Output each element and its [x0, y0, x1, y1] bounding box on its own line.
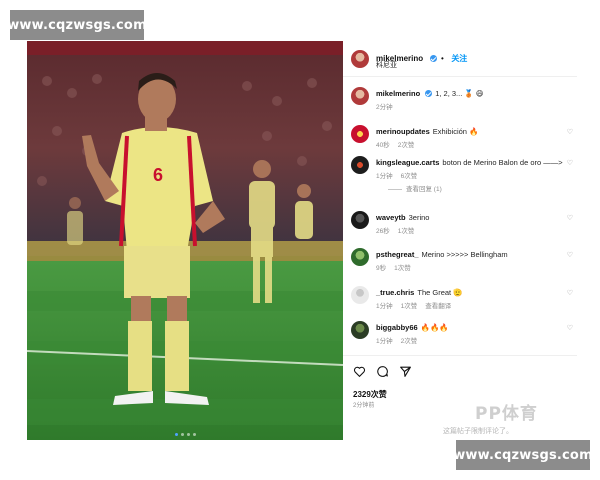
carousel-dots[interactable]: [27, 433, 343, 436]
comment-text: merinoupdates Exhibición 🔥: [376, 127, 478, 136]
comment-avatar[interactable]: [351, 156, 369, 174]
comment-like-heart-icon[interactable]: ♡: [567, 289, 573, 297]
comment-text: waveytb 3erino: [376, 213, 429, 222]
verified-badge-icon: [429, 55, 437, 62]
comment-meta: 40秒 2次赞: [376, 139, 422, 149]
comment-meta: 2分钟: [376, 101, 401, 111]
post-header: mikelmerino • 关注 科尼亚: [343, 41, 577, 77]
comment-username[interactable]: waveytb: [376, 213, 406, 222]
comment-body: 1, 2, 3... 🥉 😄: [435, 89, 484, 98]
comment-text: mikelmerino 1, 2, 3... 🥉 😄: [376, 89, 484, 98]
separator-dot: •: [441, 54, 444, 63]
comment-like-heart-icon[interactable]: ♡: [567, 214, 573, 222]
comment-time: 9秒: [376, 265, 387, 272]
comment-meta: 26秒 1次赞: [376, 225, 422, 235]
carousel-dot[interactable]: [192, 433, 196, 436]
post-panel: mikelmerino • 关注 科尼亚 mikelmerino 1, 2, 3.…: [343, 41, 577, 440]
carousel-dot[interactable]: [180, 433, 184, 436]
carousel-dot[interactable]: [174, 433, 178, 436]
replies-line: [388, 188, 402, 190]
post-footer: 2329次赞 2分钟前 PP体育 这篇帖子限制评论了。: [343, 355, 577, 440]
post-location[interactable]: 科尼亚: [376, 60, 397, 70]
comment-likes[interactable]: 1次赞: [398, 228, 415, 235]
comment-avatar[interactable]: [351, 87, 369, 105]
comment-avatar[interactable]: [351, 321, 369, 339]
comment-avatar[interactable]: [351, 286, 369, 304]
share-icon[interactable]: [399, 365, 412, 378]
comment-likes[interactable]: 1次赞: [394, 265, 411, 272]
comment-text: _true.chris The Great 🫡: [376, 288, 463, 297]
jersey-number: 6: [153, 165, 163, 185]
comment-body: Merino >>>>> Bellingham: [421, 250, 508, 259]
heart-icon[interactable]: [353, 365, 366, 378]
comment-translate[interactable]: 查看翻译: [425, 303, 451, 310]
comment-like-heart-icon[interactable]: ♡: [567, 251, 573, 259]
comment-body: 🔥🔥🔥: [420, 323, 449, 332]
comment-meta: 1分钟 6次赞: [376, 170, 425, 180]
football-player-photo: 6: [27, 41, 343, 440]
comment-likes[interactable]: 6次赞: [401, 173, 418, 180]
comment-time: 1分钟: [376, 338, 393, 345]
watermark-bottom: www.cqzwsgs.com: [453, 440, 593, 470]
comment-time: 2分钟: [376, 104, 393, 111]
comment-body: Exhibición 🔥: [432, 127, 479, 136]
comment-text: psthegreat_ Merino >>>>> Bellingham: [376, 250, 508, 259]
comment-avatar[interactable]: [351, 125, 369, 143]
view-replies-link[interactable]: 查看回复 (1): [388, 183, 442, 193]
comment-username[interactable]: merinoupdates: [376, 127, 430, 136]
post-time: 2分钟前: [353, 403, 375, 409]
verified-badge-icon: [425, 90, 433, 97]
comment-likes[interactable]: 1次赞: [401, 303, 418, 310]
comment-like-heart-icon[interactable]: ♡: [567, 324, 573, 332]
comment-likes[interactable]: 2次赞: [401, 338, 418, 345]
comment-username[interactable]: kingsleague.carts: [376, 158, 439, 167]
carousel-dot[interactable]: [186, 433, 190, 436]
comment-username[interactable]: mikelmerino: [376, 89, 420, 98]
comment-likes[interactable]: 2次赞: [398, 142, 415, 149]
comment-time: 26秒: [376, 228, 390, 235]
like-count[interactable]: 2329次赞: [353, 389, 387, 400]
comments-restricted-notice: 这篇帖子限制评论了。: [443, 428, 513, 435]
comment-body: boton de Merino Balon de oro ——>: [442, 158, 563, 167]
comment-like-heart-icon[interactable]: ♡: [567, 128, 573, 136]
comment-meta: 9秒 1次赞: [376, 262, 419, 272]
comment-body: The Great 🫡: [417, 288, 463, 297]
author-avatar[interactable]: [351, 50, 369, 68]
comment-meta: 1分钟 2次赞: [376, 335, 425, 345]
comment-time: 1分钟: [376, 303, 393, 310]
comment-username[interactable]: biggabby66: [376, 323, 418, 332]
comment-meta: 1分钟 1次赞 查看翻译: [376, 300, 459, 310]
comment-time: 40秒: [376, 142, 390, 149]
view-replies-label[interactable]: 查看回复 (1): [406, 186, 442, 193]
comment-time: 1分钟: [376, 173, 393, 180]
comment-avatar[interactable]: [351, 248, 369, 266]
comment-icon[interactable]: [376, 365, 389, 378]
comment-text: biggabby66 🔥🔥🔥: [376, 323, 449, 332]
comment-username[interactable]: psthegreat_: [376, 250, 419, 259]
comment-like-heart-icon[interactable]: ♡: [567, 159, 573, 167]
comment-text: kingsleague.carts boton de Merino Balon d…: [376, 158, 563, 167]
comment-avatar[interactable]: [351, 211, 369, 229]
follow-button[interactable]: 关注: [451, 54, 467, 63]
watermark-top: www.cqzwsgs.com: [7, 10, 147, 40]
action-bar: [353, 365, 412, 378]
post-photo[interactable]: 6: [27, 41, 343, 440]
comment-body: 3erino: [408, 213, 430, 222]
comment-username[interactable]: _true.chris: [376, 288, 414, 297]
pp-sports-watermark: PP体育: [475, 404, 538, 424]
